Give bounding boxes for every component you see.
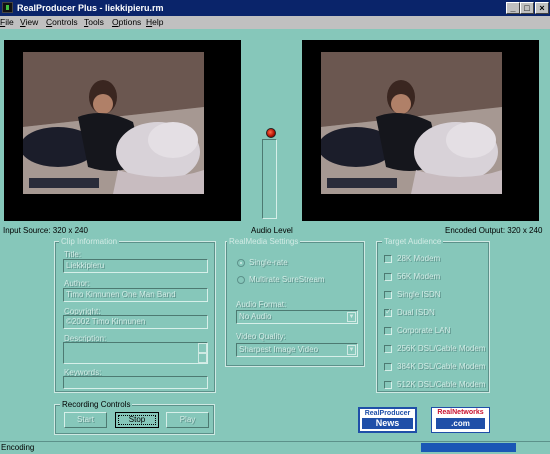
app-icon[interactable]: [2, 2, 13, 13]
maximize-button[interactable]: □: [520, 2, 534, 14]
target-audience-label: 512K DSL/Cable Modem: [397, 380, 486, 389]
target-audience-label: 56K Modem: [397, 272, 441, 281]
menu-options[interactable]: Options: [112, 16, 141, 29]
start-button[interactable]: Start: [64, 412, 107, 428]
menu-controls[interactable]: Controls: [46, 16, 78, 29]
multirate-label: Multirate SureStream: [249, 275, 325, 284]
close-button[interactable]: ×: [535, 2, 549, 14]
realmedia-settings-legend: RealMedia Settings: [227, 237, 301, 246]
video-quality-select[interactable]: Sharpest Image Video: [236, 343, 358, 357]
menu-help[interactable]: Help: [146, 16, 163, 29]
author-label: Author:: [64, 279, 90, 288]
input-video-frame: [23, 52, 204, 194]
target-audience-legend: Target Audience: [382, 237, 444, 246]
clip-information-legend: Clip Information: [59, 237, 120, 246]
audio-level-meter: [262, 139, 277, 219]
chevron-down-icon[interactable]: ▼: [347, 345, 356, 355]
status-text: Encoding: [1, 443, 35, 452]
output-video-frame: [321, 52, 502, 194]
menu-bar: File View Controls Tools Options Help: [0, 16, 550, 29]
title-field[interactable]: Liekkipieru: [63, 259, 208, 273]
video-quality-label: Video Quality:: [236, 332, 286, 341]
audio-level-label: Audio Level: [251, 226, 293, 235]
window-title: RealProducer Plus - liekkipieru.rm: [17, 3, 164, 13]
keywords-field[interactable]: [63, 376, 208, 389]
description-scroll-down-icon[interactable]: [198, 353, 207, 363]
encoded-output-label: Encoded Output: 320 x 240: [445, 226, 543, 235]
title-bar[interactable]: RealProducer Plus - liekkipieru.rm _ □ ×: [0, 0, 550, 16]
realproducer-news-logo[interactable]: RealProducer News: [358, 407, 417, 433]
menu-file[interactable]: File: [0, 16, 14, 29]
stop-button[interactable]: Stop: [115, 412, 159, 428]
audio-format-select[interactable]: No Audio: [236, 310, 358, 324]
target-audience-label: Dual ISDN: [397, 308, 435, 317]
target-audience-label: 28K Modem: [397, 254, 441, 263]
encoding-progress-fill: [421, 443, 516, 452]
input-video-panel: [4, 40, 241, 221]
target-audience-label: Corporate LAN: [397, 326, 451, 335]
copyright-field[interactable]: ©2002 Timo Kinnunen: [63, 315, 208, 329]
menu-view[interactable]: View: [20, 16, 38, 29]
single-rate-label: Single-rate: [249, 258, 288, 267]
target-audience-label: Single ISDN: [397, 290, 441, 299]
menu-tools[interactable]: Tools: [84, 16, 104, 29]
target-audience-label: 256K DSL/Cable Modem: [397, 344, 486, 353]
single-rate-radio[interactable]: [237, 259, 245, 267]
audio-format-label: Audio Format:: [236, 300, 287, 309]
chevron-down-icon[interactable]: ▼: [347, 312, 356, 322]
target-audience-checkbox[interactable]: [384, 381, 392, 389]
title-label: Title:: [64, 250, 82, 259]
author-field[interactable]: Timo Kinnunen One Man Band: [63, 288, 208, 302]
target-audience-label: 384K DSL/Cable Modem: [397, 362, 486, 371]
description-field[interactable]: [63, 342, 208, 364]
target-audience-checkbox[interactable]: [384, 307, 392, 317]
minimize-button[interactable]: _: [506, 2, 520, 14]
target-audience-checkbox[interactable]: [384, 273, 392, 281]
output-video-panel: [302, 40, 539, 221]
description-scroll-up-icon[interactable]: [198, 343, 207, 353]
input-source-label: Input Source: 320 x 240: [3, 226, 88, 235]
target-audience-checkbox[interactable]: [384, 255, 392, 263]
target-audience-checkbox[interactable]: [384, 291, 392, 299]
play-button[interactable]: Play: [166, 412, 209, 428]
recording-controls-legend: Recording Controls: [60, 400, 133, 409]
audio-level-indicator-icon: [266, 128, 276, 138]
encoding-progress-bar: [421, 443, 516, 452]
realnetworks-com-logo[interactable]: RealNetworks .com: [431, 407, 490, 433]
target-audience-checkbox[interactable]: [384, 345, 392, 353]
target-audience-checkbox[interactable]: [384, 363, 392, 371]
target-audience-checkbox[interactable]: [384, 327, 392, 335]
multirate-radio[interactable]: [237, 276, 245, 284]
